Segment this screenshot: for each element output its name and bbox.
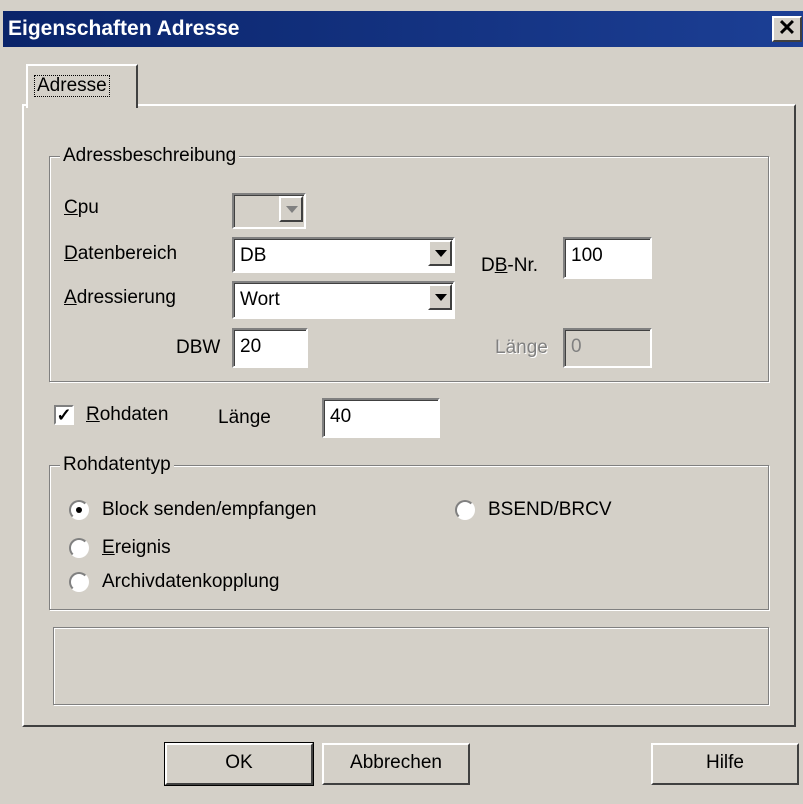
window-title: Eigenschaften Adresse [8, 17, 240, 40]
length-input-disabled: 0 [563, 328, 652, 368]
radio-bsend-brcv[interactable] [455, 500, 475, 520]
radio-block-send-receive[interactable] [69, 500, 89, 520]
addressing-dropdown-arrow-icon[interactable] [428, 284, 452, 310]
raw-length-label: Länge [218, 407, 271, 428]
addressing-label: Adressierung [64, 287, 176, 308]
close-button[interactable]: ✕ [772, 16, 802, 42]
bsend-brcv-label[interactable]: BSEND/BRCV [488, 498, 612, 522]
address-description-legend: Adressbeschreibung [60, 144, 240, 168]
dbw-input[interactable]: 20 [232, 328, 308, 368]
data-area-dropdown[interactable]: DB [232, 237, 455, 273]
cpu-dropdown-arrow-icon[interactable] [279, 196, 303, 222]
help-button[interactable]: Hilfe [651, 743, 799, 785]
properties-dialog: Eigenschaften Adresse ✕ Adresse Adressbe… [0, 0, 803, 804]
cpu-dropdown[interactable] [232, 193, 306, 229]
cpu-label: Cpu [64, 197, 99, 218]
length-label-disabled: Länge [495, 337, 548, 358]
data-area-dropdown-arrow-icon[interactable] [428, 240, 452, 266]
db-nr-label: DB-Nr. [481, 255, 539, 276]
raw-length-input[interactable]: 40 [322, 398, 440, 438]
addressing-dropdown[interactable]: Wort [232, 281, 455, 319]
title-bar[interactable]: Eigenschaften Adresse ✕ [3, 11, 803, 47]
tab-adresse-label: Adresse [34, 75, 110, 97]
raw-data-checkbox[interactable]: ✓ [54, 405, 74, 425]
raw-data-type-legend: Rohdatentyp [60, 453, 174, 477]
data-area-label: Datenbereich [64, 243, 178, 264]
dbw-label: DBW [176, 337, 221, 358]
addressing-value: Wort [240, 289, 280, 310]
archive-coupling-label[interactable]: Archivdatenkopplung [102, 570, 279, 594]
radio-event[interactable] [69, 538, 89, 558]
event-label[interactable]: Ereignis [102, 536, 171, 560]
db-nr-input[interactable]: 100 [563, 237, 652, 279]
block-send-receive-label[interactable]: Block senden/empfangen [102, 498, 316, 522]
data-area-value: DB [240, 245, 267, 266]
cancel-button[interactable]: Abbrechen [322, 743, 470, 785]
radio-archive-coupling[interactable] [69, 572, 89, 592]
tab-adresse[interactable]: Adresse [26, 64, 138, 108]
raw-data-label[interactable]: Rohdaten [86, 403, 168, 427]
ok-button[interactable]: OK [164, 742, 314, 786]
status-box [53, 627, 769, 705]
